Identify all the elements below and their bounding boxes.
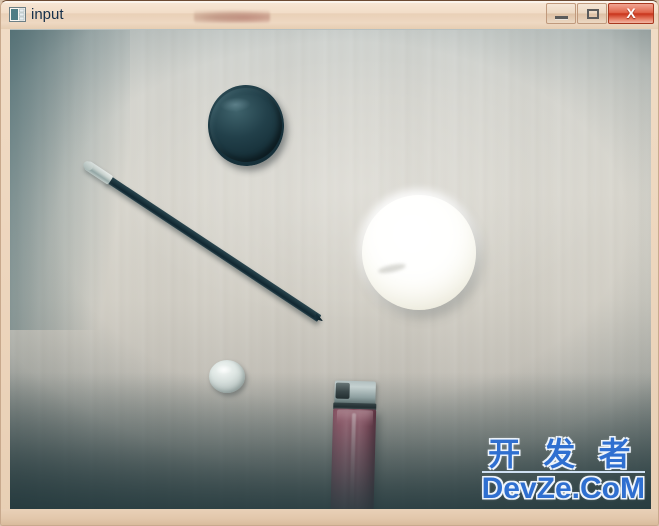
application-window: input X 开 发 者 DevZe.CoM: [0, 0, 659, 526]
image-client-area[interactable]: 开 发 者 DevZe.CoM: [10, 29, 651, 512]
close-icon: X: [626, 5, 636, 21]
image-vignette-left: [10, 30, 130, 330]
watermark-chinese-text: 开 发 者: [488, 435, 637, 473]
window-bottom-frame: [1, 509, 658, 525]
site-watermark: 开 发 者 DevZe.CoM: [481, 435, 645, 505]
minimize-button[interactable]: [546, 3, 576, 24]
maximize-icon: [587, 9, 599, 19]
window-titlebar[interactable]: input X: [1, 1, 658, 29]
watermark-english-text: DevZe.CoM: [481, 472, 645, 505]
close-button[interactable]: X: [608, 3, 654, 24]
maximize-button[interactable]: [577, 3, 607, 24]
window-title: input: [31, 6, 64, 23]
window-controls: X: [545, 3, 654, 25]
minimize-icon: [555, 16, 568, 20]
application-window-icon: [9, 7, 26, 22]
titlebar-watermark-smudge: [194, 10, 270, 23]
